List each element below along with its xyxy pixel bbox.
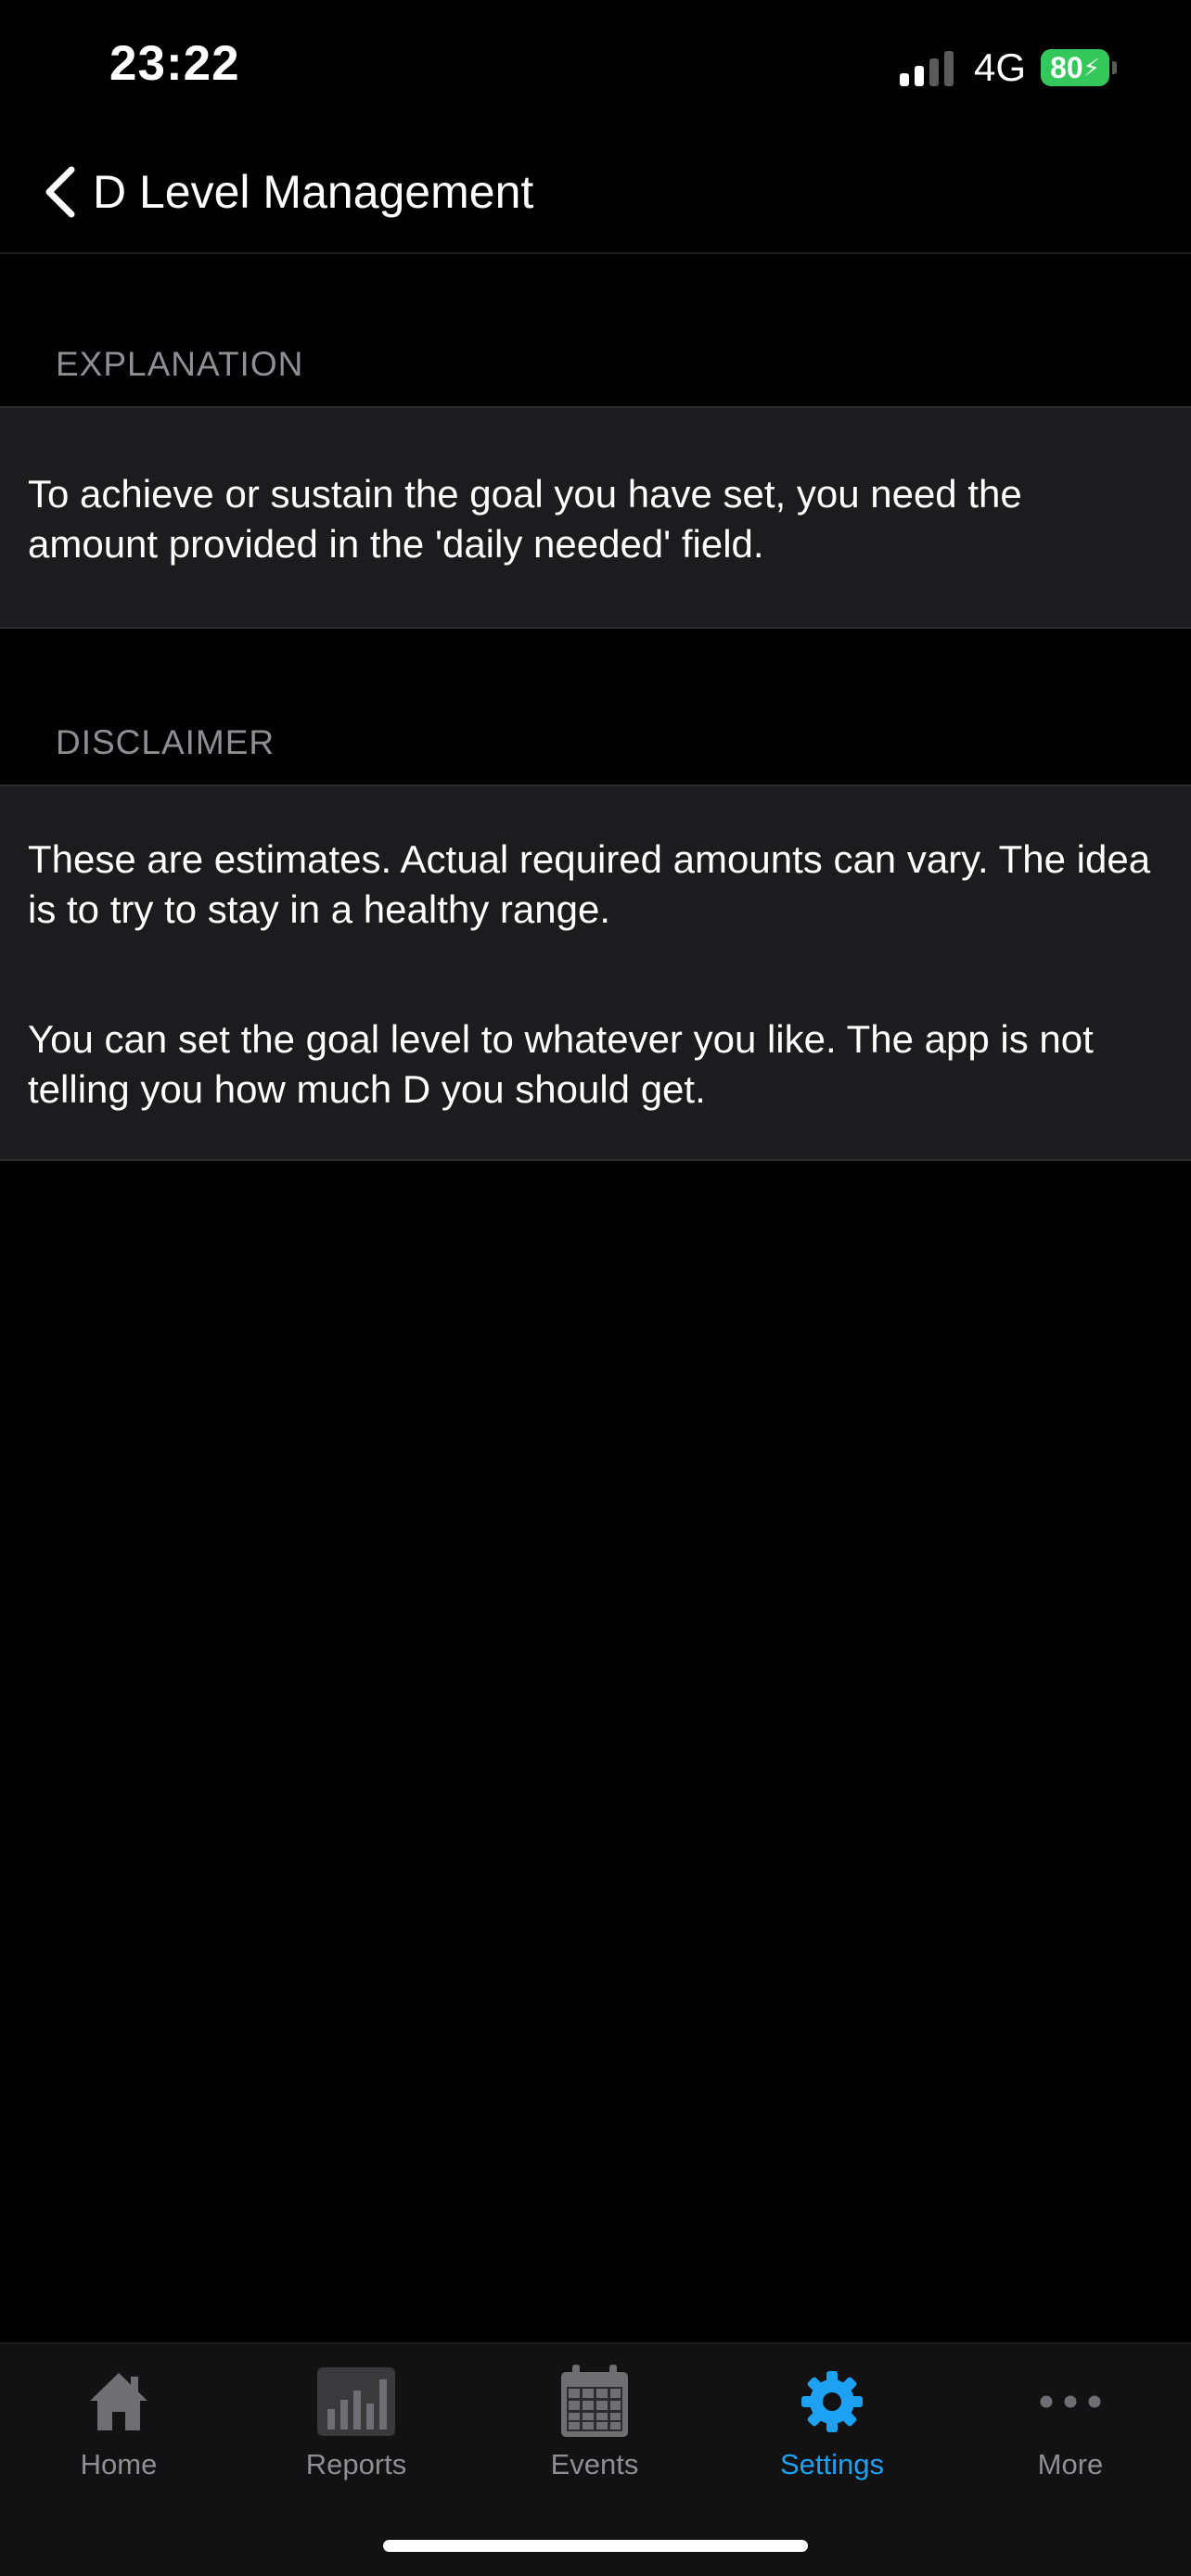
tab-reports[interactable]: Reports (263, 2363, 449, 2493)
back-button[interactable] (28, 159, 93, 224)
tab-events-label: Events (550, 2448, 639, 2480)
tab-more-label: More (1037, 2448, 1104, 2480)
battery-level: 80 ⚡ (1041, 49, 1109, 86)
screen: 23:22 4G 80 ⚡ D Level Management EXPLANA… (0, 0, 1191, 2576)
home-icon (77, 2363, 160, 2441)
network-type-label: 4G (973, 45, 1026, 89)
disclaimer-paragraph-1: These are estimates. Actual required amo… (28, 837, 1151, 931)
calendar-icon (553, 2363, 636, 2441)
tab-home[interactable]: Home (26, 2363, 211, 2493)
chevron-left-icon (45, 166, 75, 218)
tab-events[interactable]: Events (502, 2363, 687, 2493)
disclaimer-card: These are estimates. Actual required amo… (0, 784, 1191, 1161)
battery-icon: 80 ⚡ (1041, 49, 1117, 86)
home-indicator[interactable] (383, 2540, 808, 2552)
tab-reports-label: Reports (305, 2448, 407, 2480)
status-indicators: 4G 80 ⚡ (899, 45, 1117, 91)
page-title: D Level Management (93, 166, 534, 218)
signal-icon (899, 49, 954, 86)
tab-home-label: Home (80, 2448, 158, 2480)
tab-more[interactable]: More (978, 2363, 1163, 2493)
tab-settings-label: Settings (779, 2448, 884, 2480)
gear-icon (790, 2363, 874, 2441)
explanation-card: To achieve or sustain the goal you have … (0, 406, 1191, 629)
bar-chart-icon (314, 2363, 398, 2441)
status-time: 23:22 (109, 36, 240, 91)
more-dots-icon (1029, 2363, 1112, 2441)
disclaimer-paragraph-2: You can set the goal level to whatever y… (28, 1017, 1094, 1111)
disclaimer-section-header: DISCLAIMER (56, 723, 275, 761)
navigation-bar: D Level Management (0, 139, 1191, 254)
status-bar: 23:22 4G 80 ⚡ (0, 0, 1191, 139)
explanation-text: To achieve or sustain the goal you have … (28, 472, 1022, 566)
tab-settings[interactable]: Settings (739, 2363, 925, 2493)
explanation-section-header: EXPLANATION (56, 345, 304, 383)
